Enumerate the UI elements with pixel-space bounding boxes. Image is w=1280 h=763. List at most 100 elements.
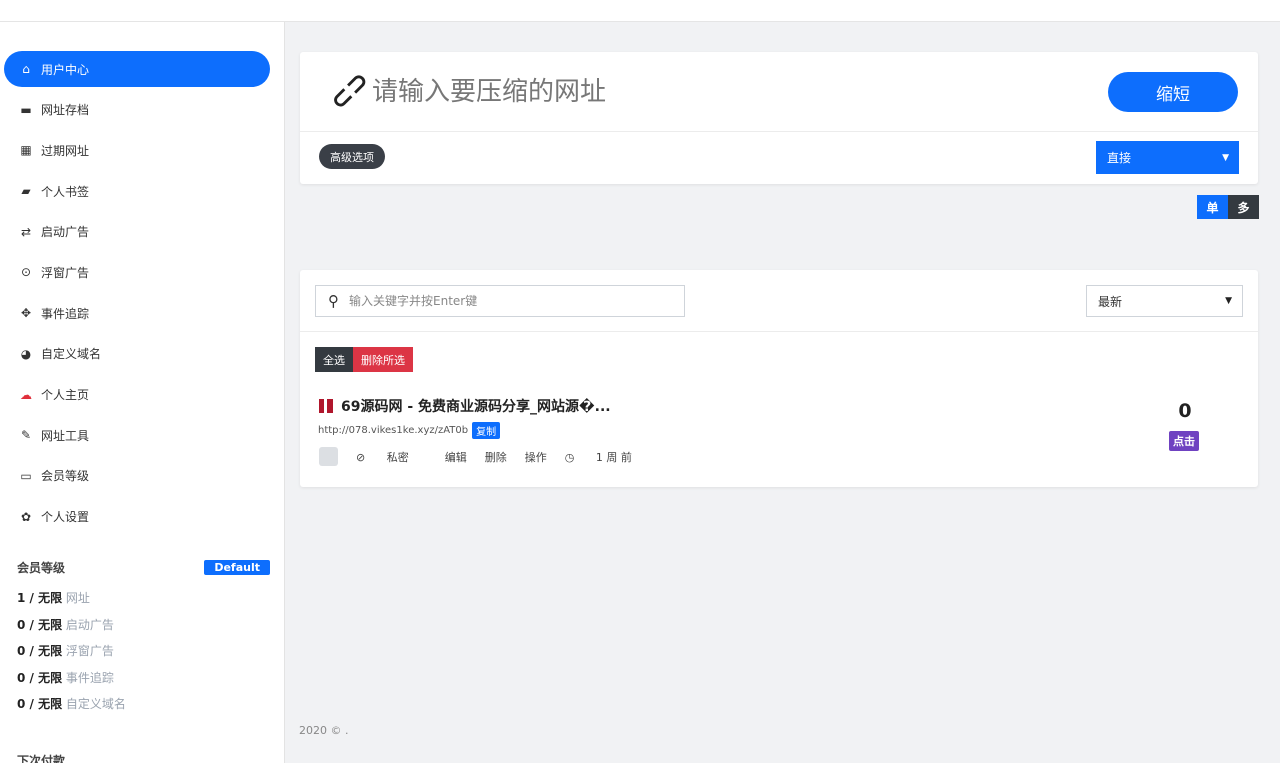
redirect-type-select[interactable]: 直接 ▼: [1096, 141, 1239, 174]
sidebar-item-label: 用户中心: [41, 62, 90, 77]
link-icon: ⊂⊃: [323, 64, 376, 118]
sidebar-item-label: 网址存档: [41, 103, 90, 118]
sidebar-item-bookmarks[interactable]: ▰ 个人书签: [4, 173, 270, 209]
quota-row: 1 / 无限 网址: [17, 589, 126, 616]
quota-label: 事件追踪: [65, 670, 114, 685]
sidebar-item-tools[interactable]: ✎ 网址工具: [4, 417, 270, 453]
sidebar-item-splash-ads[interactable]: ⇄ 启动广告: [4, 214, 270, 250]
link-title[interactable]: 69源码网 - 免费商业源码分享_网站源�...: [319, 396, 611, 416]
sort-value: 最新: [1098, 294, 1123, 309]
advanced-options-button[interactable]: 高级选项: [319, 144, 385, 169]
plan-badge: Default: [204, 560, 270, 575]
bulk-actions: 全选 删除所选: [315, 347, 413, 372]
sidebar-item-label: 个人书签: [41, 184, 90, 199]
quota-value: 0 / 无限: [17, 697, 63, 711]
sidebar-item-label: 启动广告: [41, 225, 90, 240]
shortener-card: ⊂⊃ 缩短 高级选项 直接 ▼: [300, 52, 1258, 184]
membership-header: 会员等级 Default: [17, 559, 270, 576]
sidebar-item-membership[interactable]: ▭ 会员等级: [4, 458, 270, 494]
single-mode-button[interactable]: 单: [1197, 195, 1228, 219]
quota-value: 0 / 无限: [17, 617, 63, 632]
divider: [300, 131, 1258, 132]
globe-icon: ◕: [20, 346, 32, 361]
exchange-icon: ⇄: [20, 224, 32, 239]
delete-link[interactable]: 删除: [485, 449, 507, 465]
short-url: http://078.vikes1ke.xyz/zAT0b 复制: [318, 422, 501, 439]
sidebar-item-label: 浮窗广告: [41, 265, 90, 280]
sidebar-item-label: 网址工具: [41, 428, 90, 443]
next-payment-heading: 下次付款: [17, 754, 66, 763]
sidebar-item-label: 过期网址: [41, 143, 90, 158]
quota-row: 0 / 无限 浮窗广告: [17, 642, 126, 669]
quota-value: 0 / 无限: [17, 670, 63, 685]
sidebar-nav: ⌂ 用户中心 ▬ 网址存档 ▦ 过期网址 ▰ 个人书签 ⇄ 启动广告 ⊙ 浮窗广…: [4, 51, 270, 539]
caret-down-icon: ▼: [1222, 152, 1229, 163]
site-favicon-icon: [319, 399, 333, 413]
link-actions: ⊘ 私密 编辑 删除 操作 ◷ 1 周 前: [319, 447, 668, 466]
sidebar-item-label: 自定义域名: [41, 347, 102, 362]
select-all-button[interactable]: 全选: [315, 347, 353, 372]
sidebar-item-archive[interactable]: ▬ 网址存档: [4, 92, 270, 128]
sidebar-item-user-center[interactable]: ⌂ 用户中心: [4, 51, 270, 87]
cloud-icon: ☁: [20, 387, 32, 402]
delete-selected-button[interactable]: 删除所选: [353, 347, 413, 372]
links-card: ⚲ 最新 ▼ 全选 删除所选 69源码网 - 免费商业源码分享_网站源�... …: [300, 270, 1258, 487]
top-bar: [0, 0, 1280, 22]
quota-label: 网址: [65, 591, 90, 605]
sidebar-item-label: 个人设置: [41, 510, 90, 525]
click-label-badge: 点击: [1169, 431, 1199, 451]
membership-title: 会员等级: [17, 561, 66, 575]
membership-quota-list: 1 / 无限 网址 0 / 无限 启动广告 0 / 无限 浮窗广告 0 / 无限…: [17, 589, 126, 722]
sidebar-item-expired[interactable]: ▦ 过期网址: [4, 132, 270, 168]
credit-card-icon: ▭: [20, 468, 32, 483]
sidebar-item-overlay-ads[interactable]: ⊙ 浮窗广告: [4, 254, 270, 290]
sort-select[interactable]: 最新 ▼: [1086, 285, 1243, 317]
sidebar-item-custom-domain[interactable]: ◕ 自定义域名: [4, 336, 270, 372]
search-input[interactable]: [349, 294, 649, 308]
quota-label: 浮窗广告: [65, 644, 114, 658]
briefcase-icon: ▬: [20, 102, 32, 117]
quota-label: 启动广告: [65, 617, 114, 632]
dot-circle-icon: ⊙: [20, 265, 32, 280]
sidebar-item-label: 事件追踪: [41, 306, 90, 321]
quota-value: 0 / 无限: [17, 644, 63, 658]
wrench-icon: ✎: [20, 428, 32, 443]
quota-value: 1 / 无限: [17, 591, 63, 605]
sidebar-item-label: 会员等级: [41, 469, 90, 484]
quota-row: 0 / 无限 启动广告: [17, 616, 126, 643]
sidebar-item-settings[interactable]: ✿ 个人设置: [4, 499, 270, 535]
sidebar: ⌂ 用户中心 ▬ 网址存档 ▦ 过期网址 ▰ 个人书签 ⇄ 启动广告 ⊙ 浮窗广…: [0, 22, 285, 763]
search-box: ⚲: [315, 285, 685, 317]
divider: [300, 331, 1258, 332]
sidebar-item-label: 个人主页: [41, 388, 90, 402]
quota-label: 自定义域名: [65, 697, 126, 711]
redirect-type-value: 直接: [1107, 151, 1132, 165]
search-icon: ⚲: [328, 292, 339, 310]
link-title-text: 69源码网 - 免费商业源码分享_网站源�...: [341, 399, 611, 415]
created-time-text: 1 周 前: [595, 450, 632, 464]
multi-mode-button[interactable]: 多: [1228, 195, 1259, 219]
quota-row: 0 / 无限 事件追踪: [17, 669, 126, 696]
folder-open-icon: ▰: [21, 184, 31, 199]
eye-slash-icon: ⊘: [356, 450, 366, 464]
sidebar-item-profile-page[interactable]: ☁ 个人主页: [4, 377, 270, 413]
url-input[interactable]: [372, 70, 1092, 114]
private-label: 私密: [386, 450, 409, 464]
select-checkbox[interactable]: [319, 447, 338, 466]
home-icon: ⌂: [22, 62, 30, 76]
clock-icon: ◷: [564, 450, 575, 464]
created-time: ◷ 1 周 前: [565, 449, 650, 465]
actions-link[interactable]: 操作: [525, 449, 547, 465]
copy-button[interactable]: 复制: [472, 422, 501, 439]
crosshairs-icon: ✥: [20, 306, 32, 321]
quota-row: 0 / 无限 自定义域名: [17, 695, 126, 722]
footer-copyright: 2020 © .: [299, 724, 349, 737]
private-toggle[interactable]: ⊘ 私密: [356, 449, 427, 465]
short-url-text[interactable]: http://078.vikes1ke.xyz/zAT0b: [318, 425, 468, 436]
caret-down-icon: ▼: [1225, 296, 1232, 306]
calendar-icon: ▦: [20, 143, 32, 158]
shorten-button[interactable]: 缩短: [1108, 72, 1238, 112]
mode-toggle: 单 多: [1197, 195, 1259, 219]
sidebar-item-event-tracking[interactable]: ✥ 事件追踪: [4, 295, 270, 331]
edit-link[interactable]: 编辑: [445, 449, 467, 465]
